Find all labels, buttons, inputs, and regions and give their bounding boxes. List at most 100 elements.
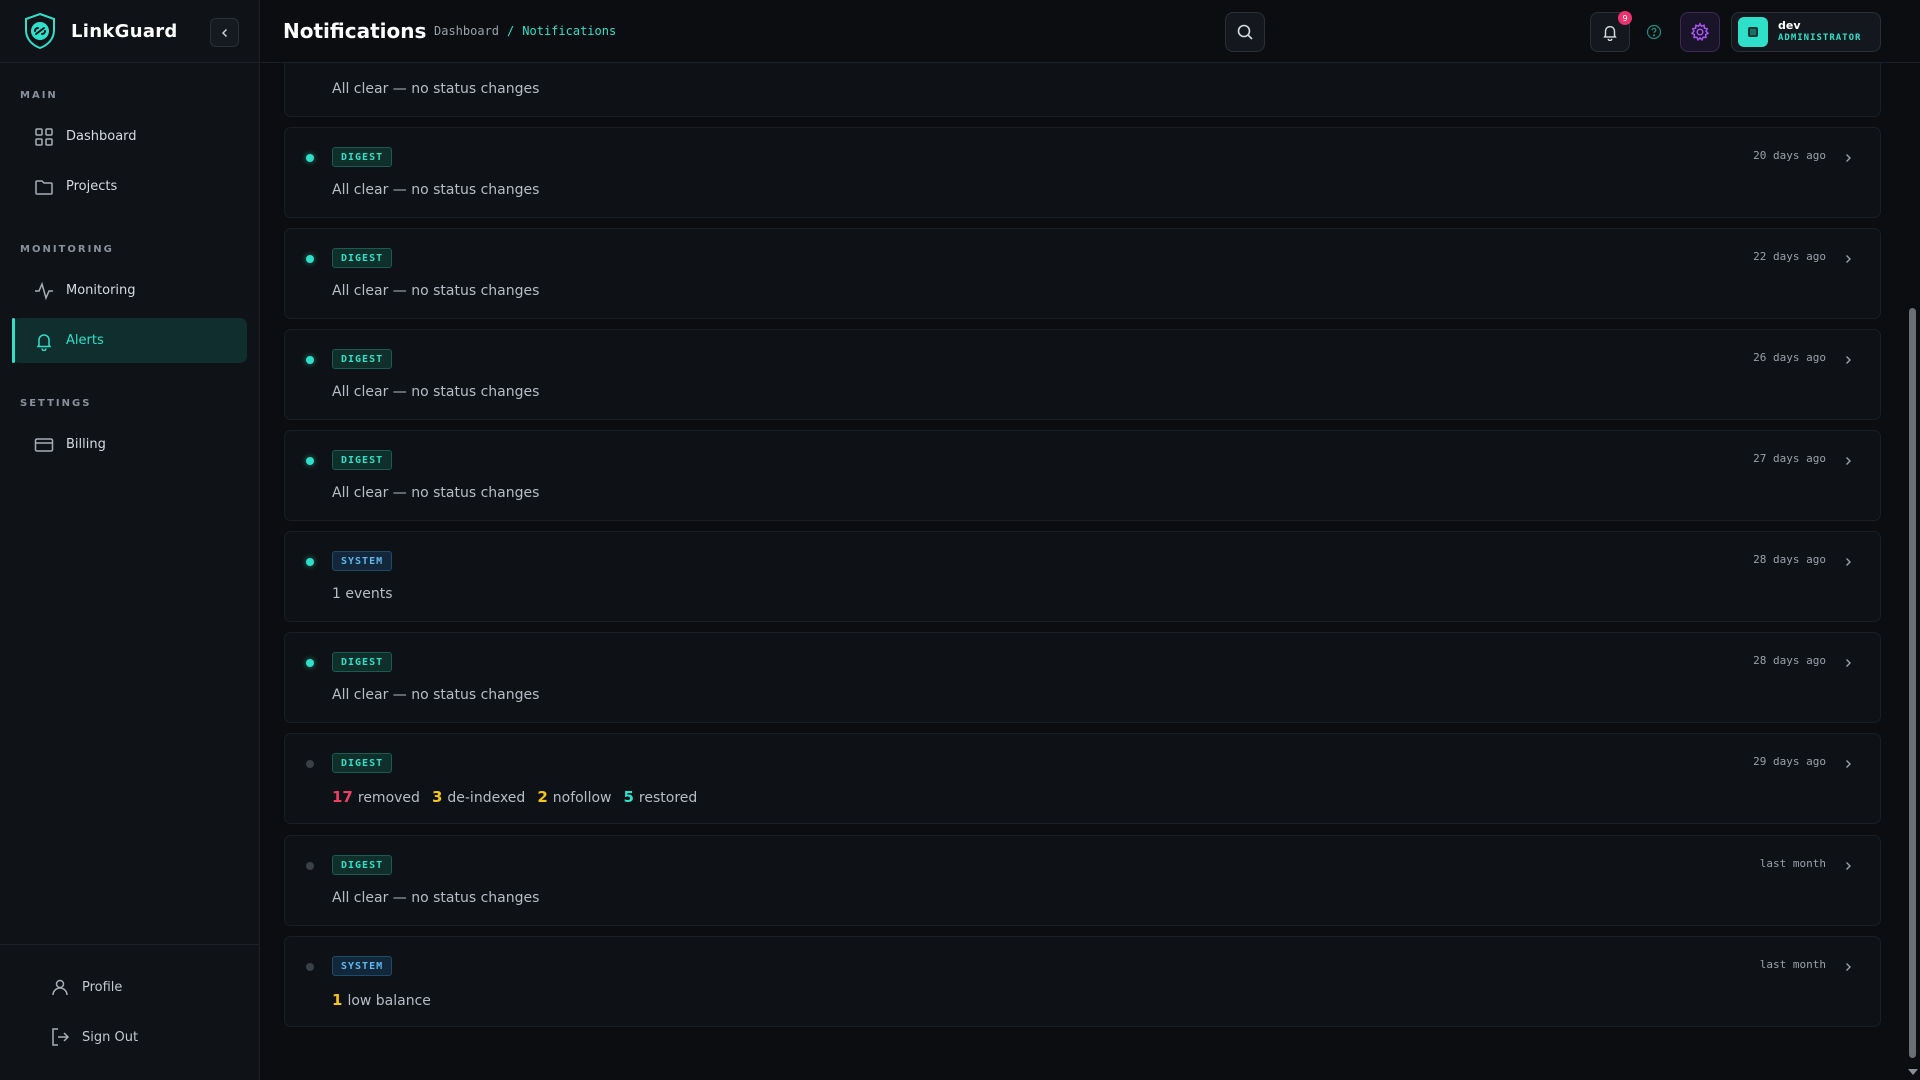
notification-card[interactable]: SYSTEM 1 events 28 days ago [284,531,1881,622]
breadcrumb-dashboard-link[interactable]: Dashboard [434,24,499,38]
chevron-right-icon [1846,356,1851,364]
read-indicator [306,760,314,768]
user-menu[interactable]: dev ADMINISTRATOR [1731,12,1881,52]
notification-message: All clear — no status changes [332,485,540,501]
sidebar-item-billing[interactable]: Billing [12,422,247,467]
folder-icon [35,179,53,195]
unread-indicator [306,659,314,667]
notification-card[interactable]: DIGEST All clear — no status changes 27 … [284,430,1881,521]
notification-message: All clear — no status changes [332,687,540,703]
stat-removed: 17 removed [332,788,420,806]
user-role: ADMINISTRATOR [1778,33,1862,43]
type-badge: DIGEST [332,855,393,875]
notification-card[interactable]: DIGEST All clear — no status changes 22 … [284,228,1881,319]
notification-stats: 17 removed 3 de-indexed 2 nofollow 5 restore… [332,788,697,806]
read-indicator [306,862,314,870]
search-icon [1237,24,1253,40]
type-badge: DIGEST [332,147,393,167]
notification-count-badge: 9 [1618,11,1632,25]
notification-card[interactable]: DIGEST All clear — no status changes 26 … [284,329,1881,420]
sign-out-label: Sign Out [82,1029,139,1045]
notification-time: 22 days ago [1753,250,1826,263]
sidebar-footer: Profile Sign Out [0,944,260,1080]
type-badge: DIGEST [332,652,393,672]
sidebar-item-monitoring[interactable]: Monitoring [12,268,247,313]
profile-label: Profile [82,979,123,995]
notification-message: 1 events [332,586,393,602]
unread-indicator [306,356,314,364]
breadcrumb-separator: / [507,24,515,38]
collapse-sidebar-button[interactable] [210,18,239,47]
sidebar-item-projects[interactable]: Projects [12,164,247,209]
notification-card[interactable]: DIGEST All clear — no status changes 28 … [284,632,1881,723]
notification-card[interactable]: All clear — no status changes [284,63,1881,117]
notification-time: last month [1759,857,1826,870]
notification-message: All clear — no status changes [332,890,540,906]
chevron-right-icon [1846,154,1851,162]
settings-button[interactable] [1680,12,1720,52]
sidebar-item-alerts[interactable]: Alerts [12,318,247,363]
sidebar-item-label: Dashboard [66,129,137,144]
unread-indicator [306,255,314,263]
type-badge: DIGEST [332,349,393,369]
nav-section-main: MAIN [20,90,58,101]
sidebar: LinkGuard MAIN Dashboard Projects MONITO… [0,0,260,1080]
sidebar-item-dashboard[interactable]: Dashboard [12,114,247,159]
notification-time: 26 days ago [1753,351,1826,364]
type-badge: DIGEST [332,450,393,470]
scrollbar-thumb[interactable] [1909,308,1916,1058]
user-icon [52,979,68,996]
sidebar-item-label: Monitoring [66,283,136,298]
scrollbar[interactable] [1905,63,1920,1080]
chevron-right-icon [1846,659,1851,667]
bell-icon [1603,25,1617,41]
notification-time: 28 days ago [1753,654,1826,667]
unread-indicator [306,154,314,162]
chevron-right-icon [1846,558,1851,566]
notification-message: All clear — no status changes [332,182,540,198]
chevron-right-icon [1846,760,1851,768]
sidebar-item-label: Alerts [66,333,104,348]
notification-time: 28 days ago [1753,553,1826,566]
type-badge: DIGEST [332,248,393,268]
credit-card-icon [34,437,54,452]
notification-time: last month [1759,958,1826,971]
notification-message: All clear — no status changes [332,384,540,400]
type-badge: DIGEST [332,753,393,773]
notification-card[interactable]: SYSTEM 1 low balance last month [284,936,1881,1027]
type-badge: SYSTEM [332,551,393,571]
sign-out-link[interactable]: Sign Out [50,1027,138,1047]
top-header: Notifications Dashboard / Notifications … [261,0,1920,63]
chevron-right-icon [1846,963,1851,971]
read-indicator [306,963,314,971]
stat-low-balance: 1 low balance [332,991,431,1009]
nav-section-monitoring: MONITORING [20,244,114,255]
profile-link[interactable]: Profile [50,977,122,997]
sidebar-item-label: Billing [66,437,106,452]
notification-message: All clear — no status changes [332,81,540,97]
notification-time: 27 days ago [1753,452,1826,465]
notification-time: 29 days ago [1753,755,1826,768]
unread-indicator [306,457,314,465]
notification-time: 20 days ago [1753,149,1826,162]
sidebar-item-label: Projects [66,179,118,194]
user-name: dev [1778,19,1801,32]
activity-icon [35,281,53,300]
shield-logo-icon [25,12,55,50]
notifications-list: All clear — no status changes DIGEST All… [261,63,1901,1080]
chevron-left-icon [221,28,227,37]
notification-card[interactable]: DIGEST All clear — no status changes las… [284,835,1881,926]
chevron-right-icon [1846,255,1851,263]
notification-card[interactable]: DIGEST All clear — no status changes 20 … [284,127,1881,218]
bell-icon [36,333,52,351]
notification-stats: 1 low balance [332,991,431,1009]
grid-icon [35,127,53,146]
notification-message: All clear — no status changes [332,283,540,299]
search-button[interactable] [1225,12,1265,52]
gear-icon [1690,22,1710,42]
help-icon[interactable] [1646,24,1662,40]
brand-name: LinkGuard [71,20,178,42]
chevron-right-icon [1846,862,1851,870]
scroll-down-arrow[interactable] [1908,1069,1918,1075]
notification-card[interactable]: DIGEST 17 removed 3 de-indexed 2 nofollow 5… [284,733,1881,824]
